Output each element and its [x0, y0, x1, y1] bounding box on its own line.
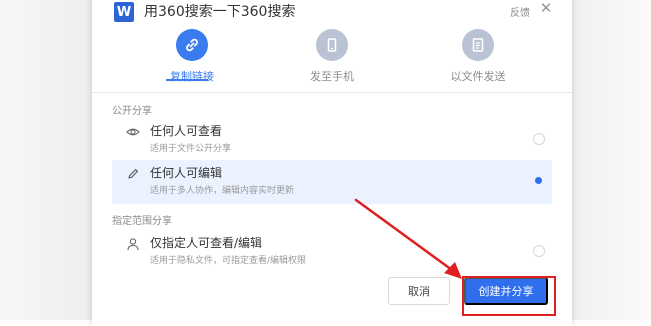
active-tab-indicator [166, 79, 208, 81]
wps-logo-icon: W [114, 2, 134, 22]
option-specified-people[interactable]: 仅指定人可查看/编辑 适用于隐私文件，可指定查看/编辑权限 [112, 230, 552, 274]
tab-send-as-file-label: 以文件发送 [450, 70, 506, 83]
option-description: 适用于隐私文件，可指定查看/编辑权限 [150, 256, 307, 266]
eye-icon [126, 124, 140, 138]
option-description: 适用于文件公开分享 [150, 144, 232, 154]
close-icon[interactable]: ✕ [538, 0, 554, 16]
option-description: 适用于多人协作，编辑内容实时更新 [150, 186, 295, 196]
radio-anyone-can-view[interactable] [533, 133, 545, 145]
option-anyone-can-view[interactable]: 任何人可查看 适用于文件公开分享 [112, 118, 552, 162]
option-title: 仅指定人可查看/编辑 [150, 236, 263, 250]
pencil-icon [126, 166, 140, 180]
user-icon [126, 236, 140, 251]
background-left [0, 0, 92, 320]
tab-send-to-phone-label: 发至手机 [310, 70, 354, 83]
dialog-title: 用360搜索一下360搜索 [144, 4, 296, 20]
tab-send-to-phone[interactable]: 发至手机 [272, 29, 392, 85]
radio-anyone-can-edit[interactable] [533, 175, 543, 185]
feedback-link[interactable]: 反馈 [510, 4, 530, 19]
section-label-public-share: 公开分享 [112, 106, 152, 117]
link-icon [176, 29, 208, 61]
phone-icon [316, 29, 348, 61]
file-icon [462, 29, 494, 61]
option-title: 任何人可查看 [150, 124, 223, 138]
background-right [572, 0, 651, 320]
radio-specified-people[interactable] [533, 245, 545, 257]
highlight-box [462, 276, 556, 316]
tabs-divider [92, 92, 572, 93]
section-label-restricted-share: 指定范围分享 [112, 216, 172, 227]
option-title: 任何人可编辑 [150, 166, 223, 180]
option-anyone-can-edit[interactable]: 任何人可编辑 适用于多人协作，编辑内容实时更新 [112, 160, 552, 204]
cancel-button[interactable]: 取消 [388, 277, 450, 305]
tab-send-as-file[interactable]: 以文件发送 [418, 29, 538, 85]
tab-copy-link-label: 复制链接 [170, 70, 214, 83]
tab-copy-link[interactable]: 复制链接 [132, 29, 252, 85]
